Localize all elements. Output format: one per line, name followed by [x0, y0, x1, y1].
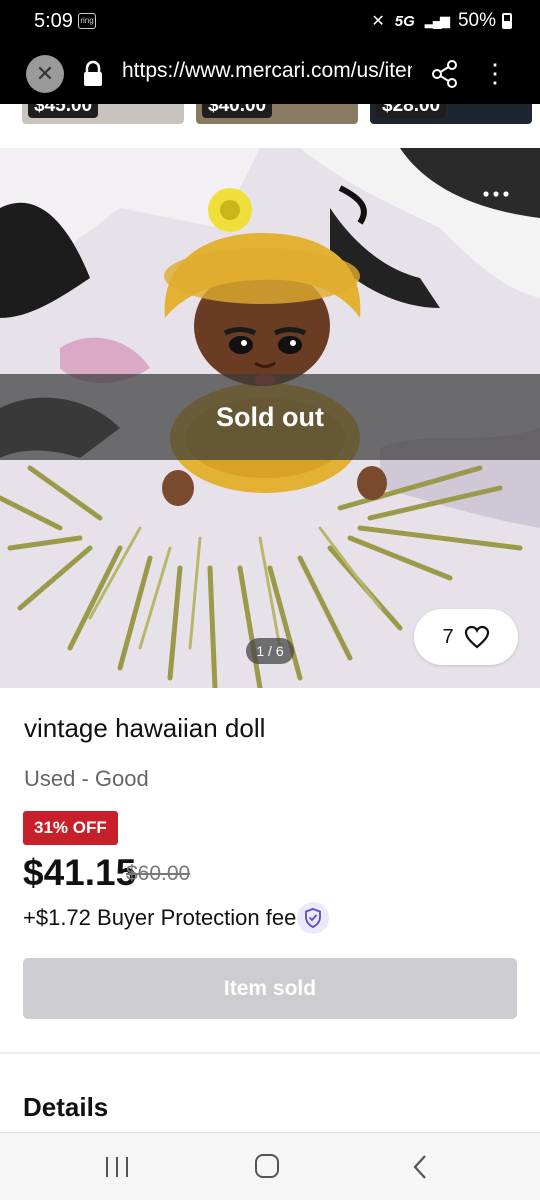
section-divider — [0, 1052, 540, 1054]
like-count: 7 — [442, 625, 454, 648]
heart-icon — [464, 625, 489, 649]
network-type: 5G — [394, 12, 415, 30]
related-item[interactable]: $40.00 — [196, 104, 358, 124]
buyer-protection-fee: +$1.72 Buyer Protection fee — [23, 905, 297, 930]
related-item-price: $40.00 — [202, 104, 273, 118]
details-heading: Details — [23, 1092, 109, 1122]
status-indicators: ✕ 5G ▂▄▆ 50% — [371, 10, 512, 32]
product-condition: Used - Good — [24, 766, 149, 791]
related-item-price: $28.00 — [376, 104, 447, 118]
related-item[interactable]: $45.00 — [22, 104, 184, 124]
browser-toolbar: ✕ https://www.mercari.com/us/item/ ⋮ — [0, 44, 540, 104]
url-field[interactable]: https://www.mercari.com/us/item/ — [122, 59, 412, 83]
mute-icon: ✕ — [371, 13, 385, 30]
status-time: 5:09 — [34, 10, 73, 32]
battery-icon — [502, 13, 512, 29]
more-vertical-icon[interactable]: ⋮ — [482, 58, 508, 90]
share-icon[interactable] — [430, 58, 460, 90]
status-bar: 5:09 ring ✕ 5G ▂▄▆ 50% — [0, 0, 540, 44]
lock-icon — [84, 60, 102, 86]
related-items-strip[interactable]: $45.00 $40.00 $28.00 — [0, 104, 540, 140]
home-icon[interactable] — [254, 1153, 280, 1179]
related-item[interactable]: $28.00 — [370, 104, 532, 124]
current-price: $41.15 — [23, 852, 137, 893]
more-horizontal-icon[interactable] — [482, 190, 510, 198]
recent-apps-icon[interactable] — [103, 1155, 131, 1179]
like-button[interactable]: 7 — [414, 609, 518, 665]
ring-notification-icon: ring — [78, 13, 96, 29]
discount-badge: 31% OFF — [23, 811, 118, 845]
battery-percent: 50% — [457, 10, 496, 31]
sold-out-banner: Sold out — [0, 374, 540, 460]
signal-icon: ▂▄▆ — [424, 13, 450, 28]
shield-icon[interactable] — [297, 902, 329, 934]
close-icon[interactable]: ✕ — [26, 55, 64, 93]
original-price: $60.00 — [126, 862, 191, 885]
item-sold-button[interactable]: Item sold — [23, 958, 517, 1019]
back-icon[interactable] — [406, 1153, 434, 1181]
related-item-price: $45.00 — [28, 104, 99, 118]
system-navigation-bar — [0, 1132, 540, 1200]
image-page-indicator: 1 / 6 — [246, 638, 294, 664]
product-title: vintage hawaiian doll — [24, 713, 266, 743]
